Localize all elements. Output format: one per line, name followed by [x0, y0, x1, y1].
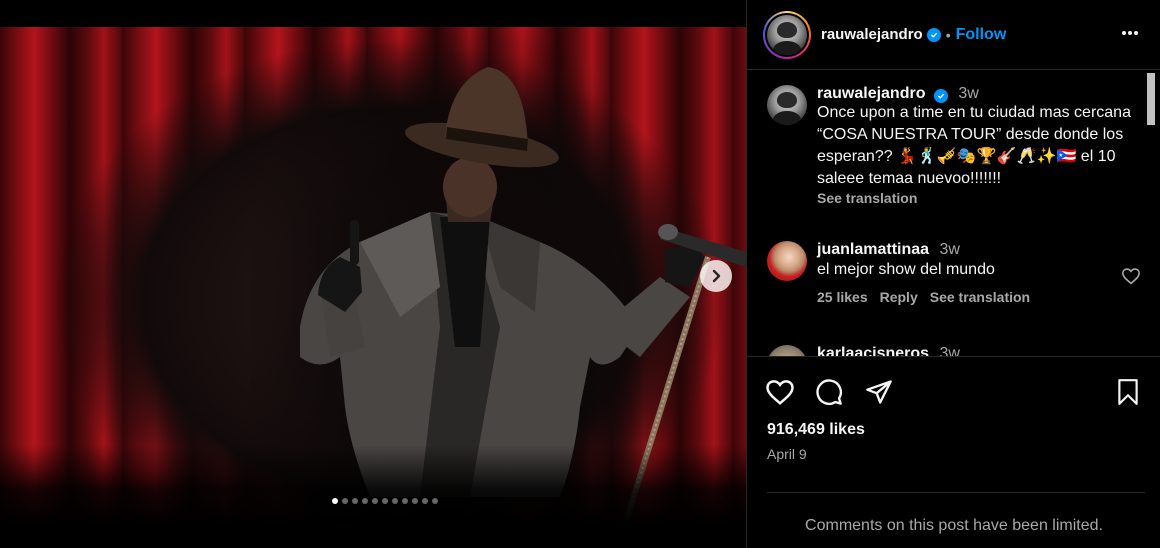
comment-likes[interactable]: 25 likes	[817, 289, 868, 305]
carousel-dot	[392, 498, 398, 504]
comment-time[interactable]: 3w	[940, 345, 960, 356]
next-slide-button[interactable]	[700, 260, 732, 292]
comment-text: el mejor show del mundo	[817, 261, 995, 278]
carousel-dot	[372, 498, 378, 504]
comment-avatar[interactable]	[767, 241, 807, 281]
carousel-dot	[422, 498, 428, 504]
post-date[interactable]: April 9	[767, 446, 807, 462]
comment-button[interactable]	[815, 378, 843, 411]
heart-icon	[1121, 268, 1141, 285]
comments-list[interactable]: rauwalejandro 3w Once upon a time en tu …	[747, 71, 1141, 356]
post-photo	[0, 27, 746, 525]
follow-button[interactable]: Follow	[956, 26, 1007, 44]
post-header: rauwalejandro • Follow	[747, 0, 1160, 70]
chevron-right-icon	[712, 269, 721, 283]
caption-text: Once upon a time en tu ciudad mas cercan…	[817, 104, 1131, 187]
carousel-dot	[362, 498, 368, 504]
comment-reply-button[interactable]: Reply	[880, 289, 918, 305]
comment-item: juanlamattinaa 3w el mejor show del mund…	[767, 241, 1141, 305]
comment-item: karlaacisneros 3w	[767, 345, 1141, 356]
carousel-dot	[342, 498, 348, 504]
caption-see-translation[interactable]: See translation	[817, 190, 1132, 206]
carousel-dot	[432, 498, 438, 504]
comment-see-translation[interactable]: See translation	[930, 289, 1030, 305]
more-options-button[interactable]	[1120, 25, 1140, 46]
paper-plane-icon	[866, 380, 892, 404]
separator: •	[945, 26, 951, 43]
comment-username[interactable]: juanlamattinaa	[817, 241, 929, 258]
comment-like-button[interactable]	[1121, 267, 1141, 290]
post-side-panel: rauwalejandro • Follow rauwalejandro 3w	[746, 0, 1160, 548]
carousel-dot	[402, 498, 408, 504]
comment-time[interactable]: 3w	[939, 241, 959, 258]
carousel-dot	[352, 498, 358, 504]
caption-username[interactable]: rauwalejandro	[817, 85, 925, 102]
like-button[interactable]	[765, 378, 795, 411]
comment-avatar[interactable]	[767, 345, 807, 356]
comments-limited-notice: Comments on this post have been limited.	[805, 517, 1103, 534]
comments-scrollbar[interactable]	[1143, 71, 1157, 356]
comment-username[interactable]: karlaacisneros	[817, 345, 929, 356]
carousel-dot	[412, 498, 418, 504]
heart-icon	[766, 380, 794, 405]
bookmark-icon	[1118, 379, 1138, 405]
verified-badge-icon	[933, 89, 948, 103]
more-horizontal-icon	[1122, 31, 1138, 35]
post-caption: rauwalejandro 3w Once upon a time en tu …	[767, 85, 1137, 206]
author-username[interactable]: rauwalejandro	[821, 26, 923, 43]
likes-count[interactable]: 916,469 likes	[767, 421, 865, 439]
carousel-dot	[382, 498, 388, 504]
caption-avatar[interactable]	[767, 85, 807, 125]
caption-time[interactable]: 3w	[958, 85, 978, 102]
share-button[interactable]	[865, 378, 893, 411]
post-media	[0, 0, 746, 548]
carousel-dot	[332, 498, 338, 504]
author-avatar[interactable]	[763, 10, 811, 59]
verified-badge-icon	[926, 27, 941, 42]
post-actions	[765, 378, 1145, 410]
carousel-indicator	[0, 498, 746, 504]
save-button[interactable]	[1115, 378, 1141, 411]
comment-icon	[816, 379, 842, 405]
